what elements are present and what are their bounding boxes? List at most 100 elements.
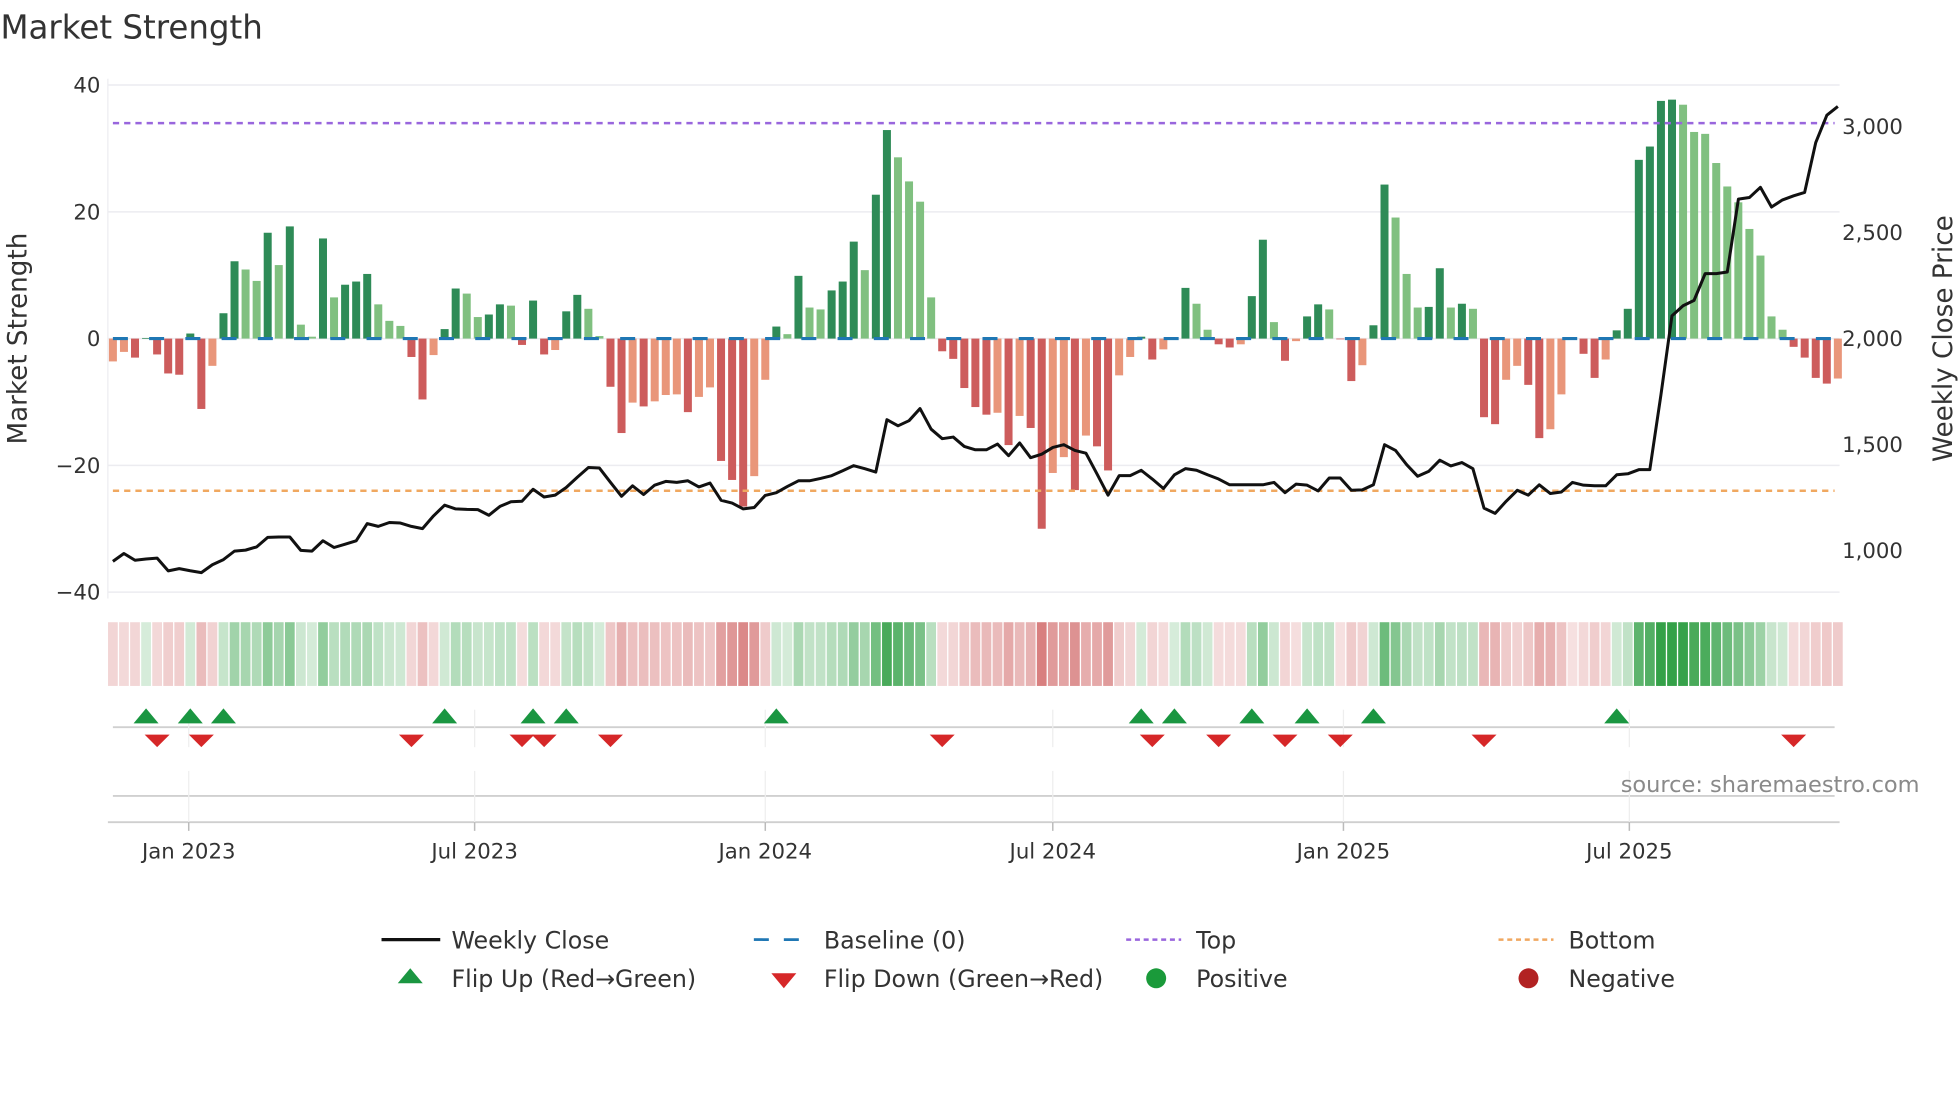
regime-cell: [738, 622, 749, 686]
y-tick-label: 0: [87, 327, 101, 352]
strength-bar: [142, 337, 151, 339]
regime-cell: [1468, 622, 1478, 686]
regime-cell: [1788, 622, 1799, 686]
strength-bar: [131, 338, 140, 358]
regime-cell: [1036, 622, 1047, 686]
strength-bar: [274, 265, 283, 339]
regime-cell: [1832, 622, 1843, 686]
regime-cell: [1257, 622, 1268, 686]
legend-item-top[interactable]: Top: [1126, 926, 1236, 954]
strength-bar: [860, 270, 869, 339]
x-tick-label: Jan 2025: [1295, 839, 1391, 864]
strength-bar: [971, 338, 980, 408]
regime-cell: [417, 622, 428, 686]
strength-bar: [1380, 184, 1389, 339]
regime-cell: [1213, 622, 1224, 686]
y-axis-ticks: 40 20 0 −20 −40: [56, 74, 101, 606]
strength-bar: [1435, 268, 1444, 339]
regime-cell: [705, 622, 715, 686]
legend-item-flip-down[interactable]: Flip Down (Green→Red): [771, 965, 1103, 993]
regime-cell: [793, 622, 804, 686]
regime-cell: [605, 622, 616, 686]
regime-cell: [970, 622, 981, 686]
regime-cell: [395, 622, 406, 686]
flip-down-marker: [1206, 734, 1232, 748]
strength-bar: [451, 288, 460, 339]
strength-bar: [1015, 338, 1024, 416]
strength-bar: [285, 226, 294, 339]
x-tick-label: Jan 2024: [717, 839, 813, 864]
legend-item-bottom[interactable]: Bottom: [1498, 926, 1656, 954]
strength-bar: [1159, 338, 1168, 350]
regime-cell: [616, 622, 627, 686]
strength-bar: [153, 338, 162, 355]
strength-bar: [938, 338, 947, 352]
flip-down-marker: [1471, 734, 1497, 748]
flip-up-marker: [520, 708, 546, 724]
regime-cell: [329, 622, 339, 686]
regime-cell: [262, 622, 273, 686]
regime-cell: [1611, 622, 1622, 686]
strength-bar: [1457, 303, 1466, 339]
regime-cell: [1390, 622, 1401, 686]
regime-cell: [1777, 622, 1788, 686]
regime-cell: [804, 622, 815, 686]
strength-bar: [1192, 303, 1201, 339]
strength-bar: [1081, 338, 1090, 436]
regime-cell: [782, 622, 793, 686]
legend-item-flip-up[interactable]: Flip Up (Red→Green): [397, 965, 696, 993]
regime-cell: [1224, 622, 1235, 686]
strength-bar: [1535, 338, 1544, 439]
strength-bar: [1037, 338, 1046, 529]
legend-item-weekly-close[interactable]: Weekly Close: [381, 926, 610, 954]
regime-cell: [882, 622, 892, 686]
y2-axis-ticks: 3,000 2,500 2,000 1,500 1,000: [1842, 115, 1903, 564]
strength-bar: [1502, 338, 1511, 380]
strength-bar: [1347, 338, 1356, 382]
strength-bar: [1701, 133, 1710, 339]
flip-up-marker: [1360, 708, 1386, 724]
regime-cell: [1191, 622, 1202, 686]
regime-cell: [1357, 622, 1368, 686]
regime-cell: [1070, 622, 1080, 686]
regime-cell: [937, 622, 948, 686]
strength-bar: [661, 338, 670, 396]
regime-cell: [694, 622, 704, 686]
legend-label: Flip Up (Red→Green): [451, 965, 696, 993]
regime-cell: [251, 622, 262, 686]
legend-item-baseline[interactable]: Baseline (0): [753, 926, 966, 954]
legend-item-positive[interactable]: Positive: [1146, 965, 1288, 993]
regime-cell: [495, 622, 505, 686]
strength-bar: [949, 338, 958, 359]
strength-bar: [462, 293, 471, 339]
regime-cell: [1092, 622, 1102, 686]
regime-cell: [240, 622, 251, 686]
regime-cell: [141, 622, 151, 686]
strength-bar: [418, 338, 427, 400]
regime-cell: [1368, 622, 1379, 686]
strength-bar: [1104, 338, 1113, 471]
regime-cell: [1379, 622, 1390, 686]
regime-cell: [727, 622, 737, 686]
strength-bar: [330, 297, 339, 339]
regime-cell: [185, 622, 196, 686]
regime-cell: [1645, 622, 1655, 686]
legend-label: Positive: [1196, 965, 1287, 993]
strength-bar: [1491, 338, 1500, 425]
strength-bar: [871, 194, 880, 339]
legend-item-negative[interactable]: Negative: [1518, 965, 1675, 993]
strength-bar: [1148, 338, 1157, 360]
strength-bar: [1513, 338, 1522, 366]
strength-bar: [1612, 330, 1621, 339]
regime-cell: [915, 622, 925, 686]
legend-label: Weekly Close: [451, 926, 609, 954]
strength-bar: [1292, 338, 1301, 342]
strength-bar: [1269, 322, 1278, 339]
strength-bar: [750, 338, 759, 477]
flip-down-marker: [188, 734, 214, 748]
y-tick-label: 40: [73, 74, 100, 99]
strength-bar: [739, 338, 748, 507]
x-tick-label: Jul 2023: [429, 839, 517, 864]
strength-bar: [1712, 163, 1721, 339]
x-tick-label: Jul 2024: [1008, 839, 1096, 864]
